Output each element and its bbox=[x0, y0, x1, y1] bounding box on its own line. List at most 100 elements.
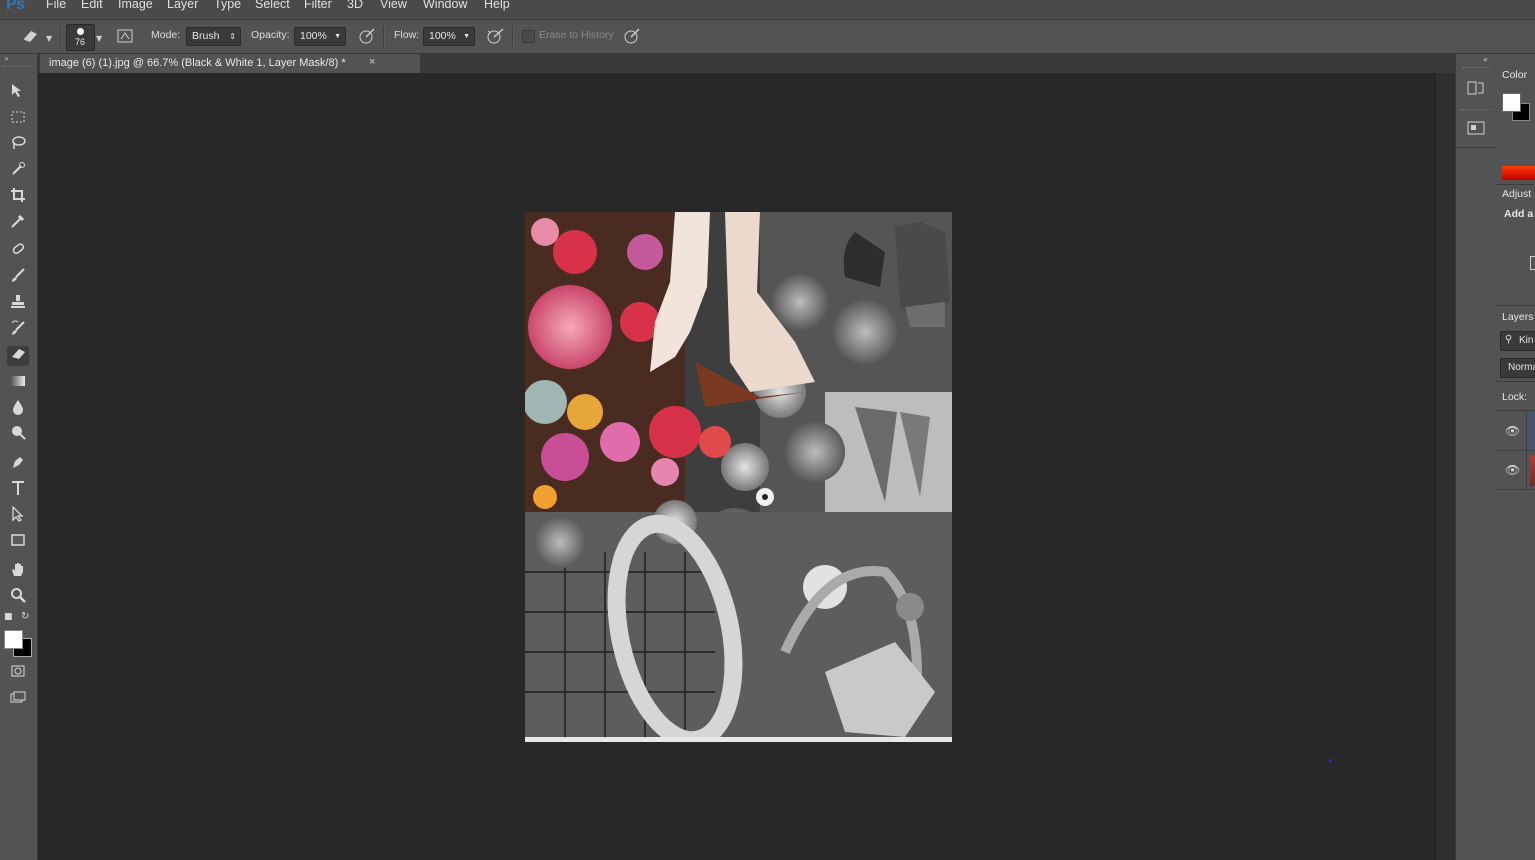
history-panel-icon[interactable] bbox=[1465, 79, 1487, 99]
layer-kind-filter[interactable]: ⚲ Kin bbox=[1500, 331, 1535, 351]
menu-layer[interactable]: Layer bbox=[167, 0, 198, 11]
path-select-tool-icon[interactable] bbox=[7, 505, 29, 526]
foreground-color-swatch[interactable] bbox=[4, 630, 23, 649]
opacity-field[interactable]: 100% ▼ bbox=[294, 27, 346, 46]
menu-type[interactable]: Type bbox=[214, 0, 241, 11]
pressure-size-icon[interactable] bbox=[623, 27, 641, 49]
menu-3d[interactable]: 3D bbox=[347, 0, 363, 11]
menu-select[interactable]: Select bbox=[255, 0, 290, 11]
preset-dropdown-icon[interactable]: ▼ bbox=[46, 32, 52, 46]
panel-grip[interactable] bbox=[1462, 67, 1490, 70]
menu-bar: Ps File Edit Image Layer Type Select Fil… bbox=[0, 0, 1535, 20]
blend-mode-value: Norma bbox=[1508, 362, 1535, 373]
divider bbox=[1496, 410, 1535, 411]
search-icon: ⚲ bbox=[1505, 334, 1513, 345]
divider bbox=[1456, 147, 1496, 148]
mode-value: Brush bbox=[192, 30, 220, 42]
collapse-arrows-icon[interactable]: « bbox=[1483, 55, 1488, 64]
flow-field[interactable]: 100% ▼ bbox=[423, 27, 475, 46]
menu-filter[interactable]: Filter bbox=[304, 0, 332, 11]
document-tab[interactable]: image (6) (1).jpg @ 66.7% (Black & White… bbox=[40, 54, 420, 73]
mode-select[interactable]: Brush ⇕ bbox=[186, 27, 241, 46]
layers-panel-title[interactable]: Layers bbox=[1502, 311, 1534, 323]
menu-image[interactable]: Image bbox=[118, 0, 153, 11]
swap-colors-icon[interactable]: ↻ bbox=[21, 611, 29, 622]
erase-history-checkbox[interactable] bbox=[522, 30, 535, 43]
pen-tool-icon[interactable] bbox=[7, 454, 29, 474]
clone-stamp-tool-icon[interactable] bbox=[7, 294, 29, 314]
kind-label: Kin bbox=[1519, 335, 1534, 346]
marquee-tool-icon[interactable] bbox=[7, 109, 29, 129]
eraser-preset-icon[interactable] bbox=[22, 29, 40, 47]
quick-select-tool-icon[interactable] bbox=[7, 161, 29, 181]
panel-grip bbox=[1460, 109, 1492, 112]
separator bbox=[60, 26, 62, 47]
erase-history-label: Erase to History bbox=[539, 29, 614, 41]
flow-value: 100% bbox=[429, 30, 456, 42]
lasso-tool-icon[interactable] bbox=[7, 135, 29, 155]
pressure-opacity-icon[interactable] bbox=[358, 27, 376, 49]
document-tab-bar: image (6) (1).jpg @ 66.7% (Black & White… bbox=[38, 54, 1455, 73]
layer-thumbnail bbox=[1530, 456, 1535, 486]
panel-foreground-swatch[interactable] bbox=[1502, 93, 1521, 112]
airbrush-icon[interactable] bbox=[486, 27, 506, 49]
screen-mode-icon[interactable] bbox=[7, 690, 29, 710]
type-tool-icon[interactable] bbox=[7, 480, 29, 500]
crop-tool-icon[interactable] bbox=[7, 187, 29, 207]
hand-tool-icon[interactable] bbox=[7, 561, 29, 581]
adjustments-panel-title[interactable]: Adjust bbox=[1502, 188, 1531, 200]
divider bbox=[1526, 451, 1527, 489]
color-spectrum-bar[interactable] bbox=[1502, 166, 1535, 180]
opacity-value: 100% bbox=[300, 30, 327, 42]
adjustment-icon[interactable] bbox=[1530, 256, 1535, 270]
brush-tool-icon[interactable] bbox=[7, 267, 29, 287]
chevron-down-icon[interactable]: ▼ bbox=[463, 28, 470, 45]
layer-row-black-white[interactable]: 👁 bbox=[1496, 412, 1535, 451]
close-icon[interactable]: × bbox=[369, 56, 375, 68]
brush-tip-icon bbox=[77, 28, 84, 35]
chevron-down-icon[interactable]: ▼ bbox=[334, 28, 341, 45]
brush-panel-toggle-icon[interactable] bbox=[117, 28, 133, 48]
history-brush-tool-icon[interactable] bbox=[7, 320, 29, 340]
collapse-arrows-icon[interactable]: » bbox=[4, 54, 9, 63]
blur-tool-icon[interactable] bbox=[7, 399, 29, 419]
menu-view[interactable]: View bbox=[380, 0, 407, 11]
canvas-area[interactable] bbox=[38, 73, 1435, 860]
document-image[interactable] bbox=[525, 212, 952, 742]
brush-size-picker[interactable]: 76 bbox=[66, 24, 95, 51]
mode-label: Mode: bbox=[151, 29, 181, 41]
stray-pixel bbox=[1329, 759, 1332, 762]
menu-help[interactable]: Help bbox=[484, 0, 510, 11]
layer-row-background[interactable]: 👁 bbox=[1496, 451, 1535, 490]
collapsed-panels-strip: « bbox=[1455, 54, 1497, 860]
visibility-eye-icon[interactable]: 👁 bbox=[1505, 463, 1520, 477]
menu-window[interactable]: Window bbox=[423, 0, 467, 11]
default-colors-icon[interactable]: ■ bbox=[4, 612, 13, 622]
tools-panel: » ■ ↻ bbox=[0, 54, 38, 860]
adjustments-subtitle: Add a bbox=[1504, 208, 1534, 220]
separator bbox=[512, 26, 514, 47]
options-bar: ▼ 76 ▼ Mode: Brush ⇕ Opacity: 100% ▼ Flo… bbox=[0, 20, 1535, 54]
visibility-eye-icon[interactable]: 👁 bbox=[1505, 424, 1520, 438]
healing-brush-tool-icon[interactable] bbox=[7, 241, 29, 261]
flow-label: Flow: bbox=[394, 29, 420, 41]
brush-dropdown-icon[interactable]: ▼ bbox=[96, 32, 102, 46]
menu-file[interactable]: File bbox=[46, 0, 66, 11]
panel-grip[interactable] bbox=[2, 66, 34, 69]
menu-edit[interactable]: Edit bbox=[81, 0, 103, 11]
quick-mask-icon[interactable] bbox=[7, 663, 29, 683]
separator bbox=[383, 26, 385, 47]
divider bbox=[1496, 381, 1535, 382]
dodge-tool-icon[interactable] bbox=[7, 425, 29, 445]
color-panel-title[interactable]: Color bbox=[1502, 69, 1527, 81]
eyedropper-tool-icon[interactable] bbox=[7, 213, 29, 233]
move-tool-icon[interactable] bbox=[7, 83, 29, 103]
eraser-tool-icon[interactable] bbox=[7, 346, 29, 366]
gradient-tool-icon[interactable] bbox=[7, 373, 29, 393]
rectangle-tool-icon[interactable] bbox=[7, 532, 29, 552]
zoom-tool-icon[interactable] bbox=[7, 587, 29, 607]
divider bbox=[1496, 305, 1535, 306]
blend-mode-select[interactable]: Norma bbox=[1500, 358, 1535, 378]
vertical-scrollbar[interactable] bbox=[1435, 73, 1456, 860]
properties-panel-icon[interactable] bbox=[1465, 118, 1487, 138]
